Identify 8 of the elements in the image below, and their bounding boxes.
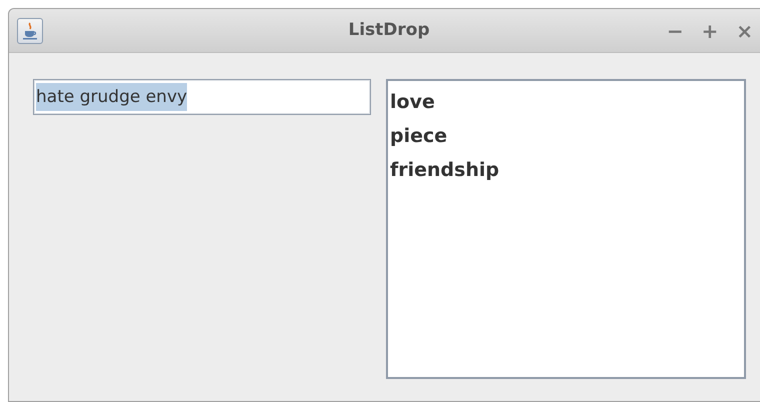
field-value: hate grudge envy [36,83,188,111]
list-item[interactable]: piece [390,119,744,153]
list-box[interactable]: love piece friendship [386,79,746,379]
list-item[interactable]: friendship [390,153,744,187]
cup-icon[interactable] [17,18,43,44]
list-item[interactable]: love [390,85,744,119]
window-title: ListDrop [347,18,431,42]
text-field[interactable]: hate grudge envy [33,79,371,115]
